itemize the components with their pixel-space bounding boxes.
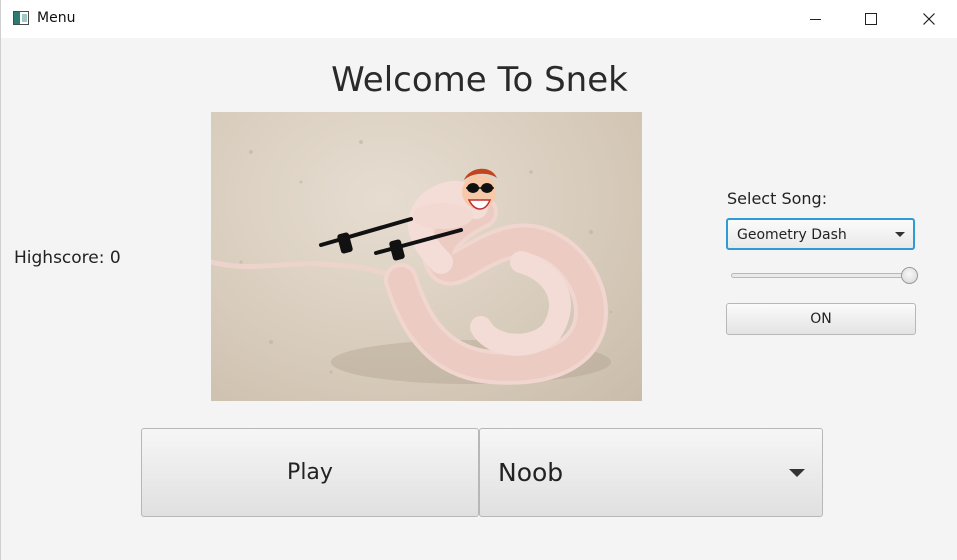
menu-window: Menu Welcome To Snek Highscore: 0 Select… <box>0 0 957 560</box>
maximize-icon <box>865 13 877 25</box>
close-icon <box>923 13 935 25</box>
song-select[interactable]: Geometry Dash <box>726 218 915 250</box>
snake-image <box>211 112 642 401</box>
slider-track[interactable] <box>731 273 909 278</box>
select-song-label: Select Song: <box>727 189 828 208</box>
page-title: Welcome To Snek <box>331 60 628 100</box>
minimize-icon <box>809 18 821 20</box>
highscore-label: Highscore: 0 <box>14 248 121 268</box>
slider-thumb[interactable] <box>900 267 918 284</box>
play-button[interactable]: Play <box>141 428 479 517</box>
volume-slider[interactable] <box>731 266 918 286</box>
maximize-button[interactable] <box>842 0 900 38</box>
window-title: Menu <box>37 10 76 26</box>
song-select-value: Geometry Dash <box>737 227 847 243</box>
difficulty-select[interactable]: Noob <box>479 428 823 517</box>
minimize-button[interactable] <box>786 0 844 38</box>
music-toggle-button[interactable]: ON <box>726 303 916 335</box>
difficulty-select-value: Noob <box>498 458 564 487</box>
chevron-down-icon <box>895 232 905 237</box>
title-bar[interactable]: Menu <box>1 0 957 38</box>
java-app-icon <box>13 11 29 25</box>
close-button[interactable] <box>900 0 957 38</box>
chevron-down-icon <box>789 469 805 477</box>
